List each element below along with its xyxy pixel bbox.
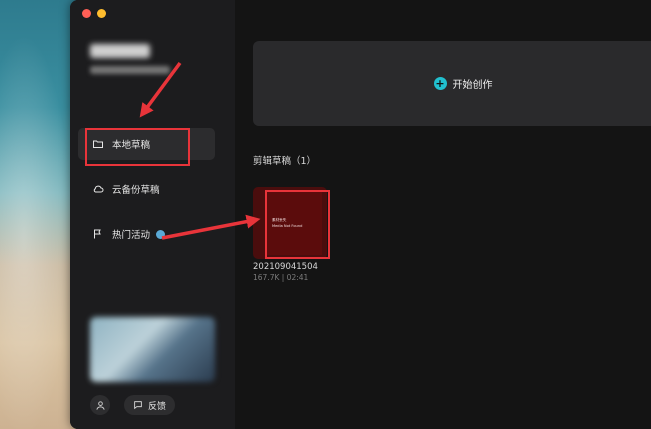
desktop-wallpaper [0,0,80,429]
thumb-line-2: Media Not Found [272,224,303,228]
sidebar: 本地草稿 云备份草稿 热门活动 反馈 [70,0,235,429]
user-profile[interactable] [90,44,170,74]
cloud-icon [93,185,104,193]
folder-icon [93,140,103,148]
main-content: + 开始创作 剪辑草稿（1） 素材丢失 Media Not Found 2021… [235,0,651,429]
flag-icon [94,229,101,239]
sidebar-item-hot-events[interactable]: 热门活动 [78,218,215,250]
sidebar-footer: 反馈 [90,395,176,415]
feedback-label: 反馈 [148,401,167,412]
sidebar-item-label: 本地草稿 [112,140,151,151]
close-button[interactable] [82,9,91,18]
sidebar-nav: 本地草稿 云备份草稿 热门活动 [78,128,215,263]
sidebar-item-label: 热门活动 [112,230,151,241]
draft-meta: 167.7K | 02:41 [253,273,309,282]
app-window: 本地草稿 云备份草稿 热门活动 反馈 + 开始创作 剪辑草稿（1） 素材丢失 M… [70,0,651,429]
start-creating-label: 开始创作 [452,80,493,91]
window-controls [82,9,106,18]
media-not-found-placeholder: 素材丢失 Media Not Found [266,191,322,255]
sidebar-item-local-drafts[interactable]: 本地草稿 [78,128,215,160]
feedback-button[interactable]: 反馈 [124,395,176,415]
account-button[interactable] [90,395,110,415]
draft-thumbnail[interactable]: 素材丢失 Media Not Found [253,187,327,259]
notification-dot [156,229,166,239]
user-name-blurred [90,44,150,58]
start-creating-button[interactable]: + 开始创作 [253,41,651,126]
chat-icon [134,401,142,410]
user-icon [95,400,105,410]
user-subtitle-blurred [90,66,170,74]
draft-name: 202109041504 [253,262,318,272]
sidebar-item-label: 云备份草稿 [112,185,160,196]
section-title: 剪辑草稿（1） [253,156,317,167]
sidebar-item-cloud-drafts[interactable]: 云备份草稿 [78,173,215,205]
minimize-button[interactable] [97,9,106,18]
plus-icon: + [433,77,447,90]
promo-banner-blurred[interactable] [90,317,215,382]
